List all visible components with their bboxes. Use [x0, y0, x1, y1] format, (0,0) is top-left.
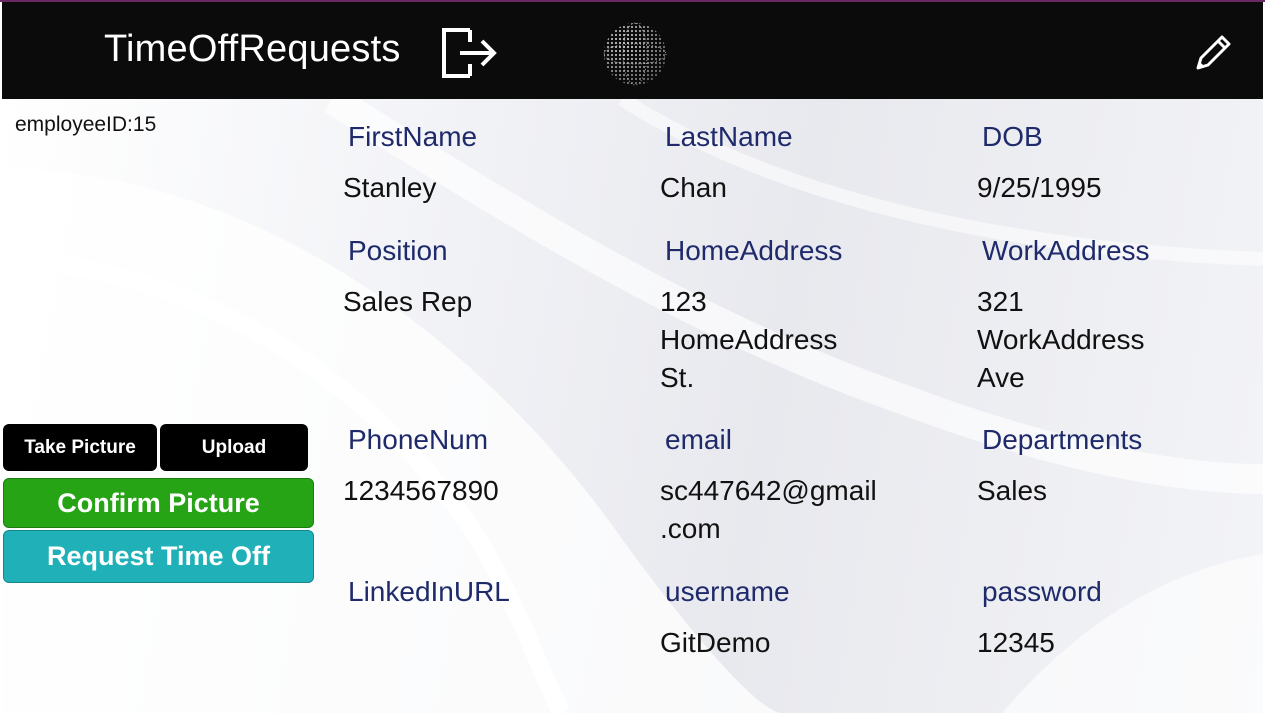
departments-label: Departments	[982, 424, 1143, 455]
work-address-value: 321 WorkAddress Ave	[977, 286, 1145, 393]
password-value: 12345	[977, 627, 1055, 658]
position-label: Position	[348, 235, 448, 266]
home-address-label: HomeAddress	[665, 235, 843, 266]
dob-label: DOB	[982, 121, 1043, 152]
last-name-value: Chan	[660, 172, 727, 203]
globe-icon	[603, 22, 667, 86]
employee-id-label: employeeID:15	[15, 113, 157, 136]
position-value: Sales Rep	[343, 286, 473, 317]
request-time-off-button[interactable]: Request Time Off	[3, 530, 314, 583]
departments-value: Sales	[977, 475, 1048, 506]
confirm-picture-button[interactable]: Confirm Picture	[3, 478, 314, 528]
username-label: username	[665, 576, 790, 607]
phone-value: 1234567890	[343, 475, 499, 506]
home-address-value: 123 HomeAddress St.	[660, 286, 838, 393]
app-title: TimeOffRequests	[104, 28, 401, 70]
take-picture-button[interactable]: Take Picture	[3, 424, 157, 471]
work-address-label: WorkAddress	[982, 235, 1150, 266]
app-screen: TimeOffRequests employeeID:15 FirstName …	[0, 0, 1265, 713]
last-name-label: LastName	[665, 121, 793, 152]
upload-button[interactable]: Upload	[160, 424, 308, 471]
header-bar: TimeOffRequests	[2, 2, 1263, 99]
dob-value: 9/25/1995	[977, 172, 1102, 203]
first-name-value: Stanley	[343, 172, 437, 203]
edit-icon[interactable]	[1190, 31, 1235, 76]
phone-label: PhoneNum	[348, 424, 489, 455]
password-label: password	[982, 576, 1102, 607]
linkedin-label: LinkedInURL	[348, 576, 510, 607]
first-name-label: FirstName	[348, 121, 478, 152]
email-label: email	[665, 424, 732, 455]
email-value: sc447642@gmail .com	[660, 475, 877, 544]
logout-icon[interactable]	[440, 26, 498, 80]
username-value: GitDemo	[660, 627, 771, 658]
employee-details-panel: employeeID:15 FirstName Stanley LastName…	[2, 99, 1263, 713]
